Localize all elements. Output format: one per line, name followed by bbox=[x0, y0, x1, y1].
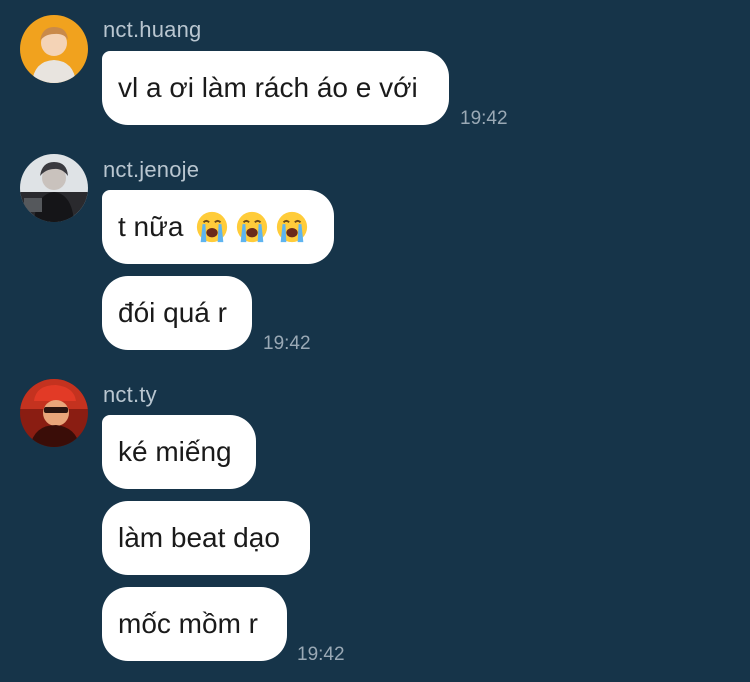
message-text: làm beat dạo bbox=[118, 522, 280, 553]
username[interactable]: nct.jenoje bbox=[103, 157, 199, 183]
message-bubble[interactable]: đói quá r bbox=[102, 276, 252, 350]
message-text: đói quá r bbox=[118, 297, 227, 328]
avatar-image bbox=[20, 154, 88, 222]
message-bubble[interactable]: vl a ơi làm rách áo e với bbox=[102, 51, 449, 125]
message-text: t nữa bbox=[118, 211, 184, 242]
timestamp: 19:42 bbox=[263, 333, 311, 354]
loudly-crying-face-icon bbox=[277, 211, 308, 243]
emoji-group bbox=[195, 210, 309, 244]
message-text: ké miếng bbox=[118, 436, 232, 467]
avatar-image bbox=[20, 379, 88, 447]
message-bubble[interactable]: t nữa bbox=[102, 190, 334, 264]
avatar[interactable] bbox=[20, 15, 88, 83]
avatar-image bbox=[20, 15, 88, 83]
username[interactable]: nct.huang bbox=[103, 17, 201, 43]
message-bubble[interactable]: làm beat dạo bbox=[102, 501, 310, 575]
message-bubble[interactable]: ké miếng bbox=[102, 415, 256, 489]
message-bubble[interactable]: mốc mồm r bbox=[102, 587, 287, 661]
avatar[interactable] bbox=[20, 154, 88, 222]
message-text: mốc mồm r bbox=[118, 608, 258, 639]
chat-thread: nct.huang vl a ơi làm rách áo e với 19:4… bbox=[0, 0, 750, 682]
timestamp: 19:42 bbox=[460, 108, 508, 129]
username[interactable]: nct.ty bbox=[103, 382, 157, 408]
loudly-crying-face-icon bbox=[237, 211, 268, 243]
loudly-crying-face-icon bbox=[197, 211, 228, 243]
timestamp: 19:42 bbox=[297, 644, 345, 665]
message-text: vl a ơi làm rách áo e với bbox=[118, 72, 418, 103]
avatar[interactable] bbox=[20, 379, 88, 447]
